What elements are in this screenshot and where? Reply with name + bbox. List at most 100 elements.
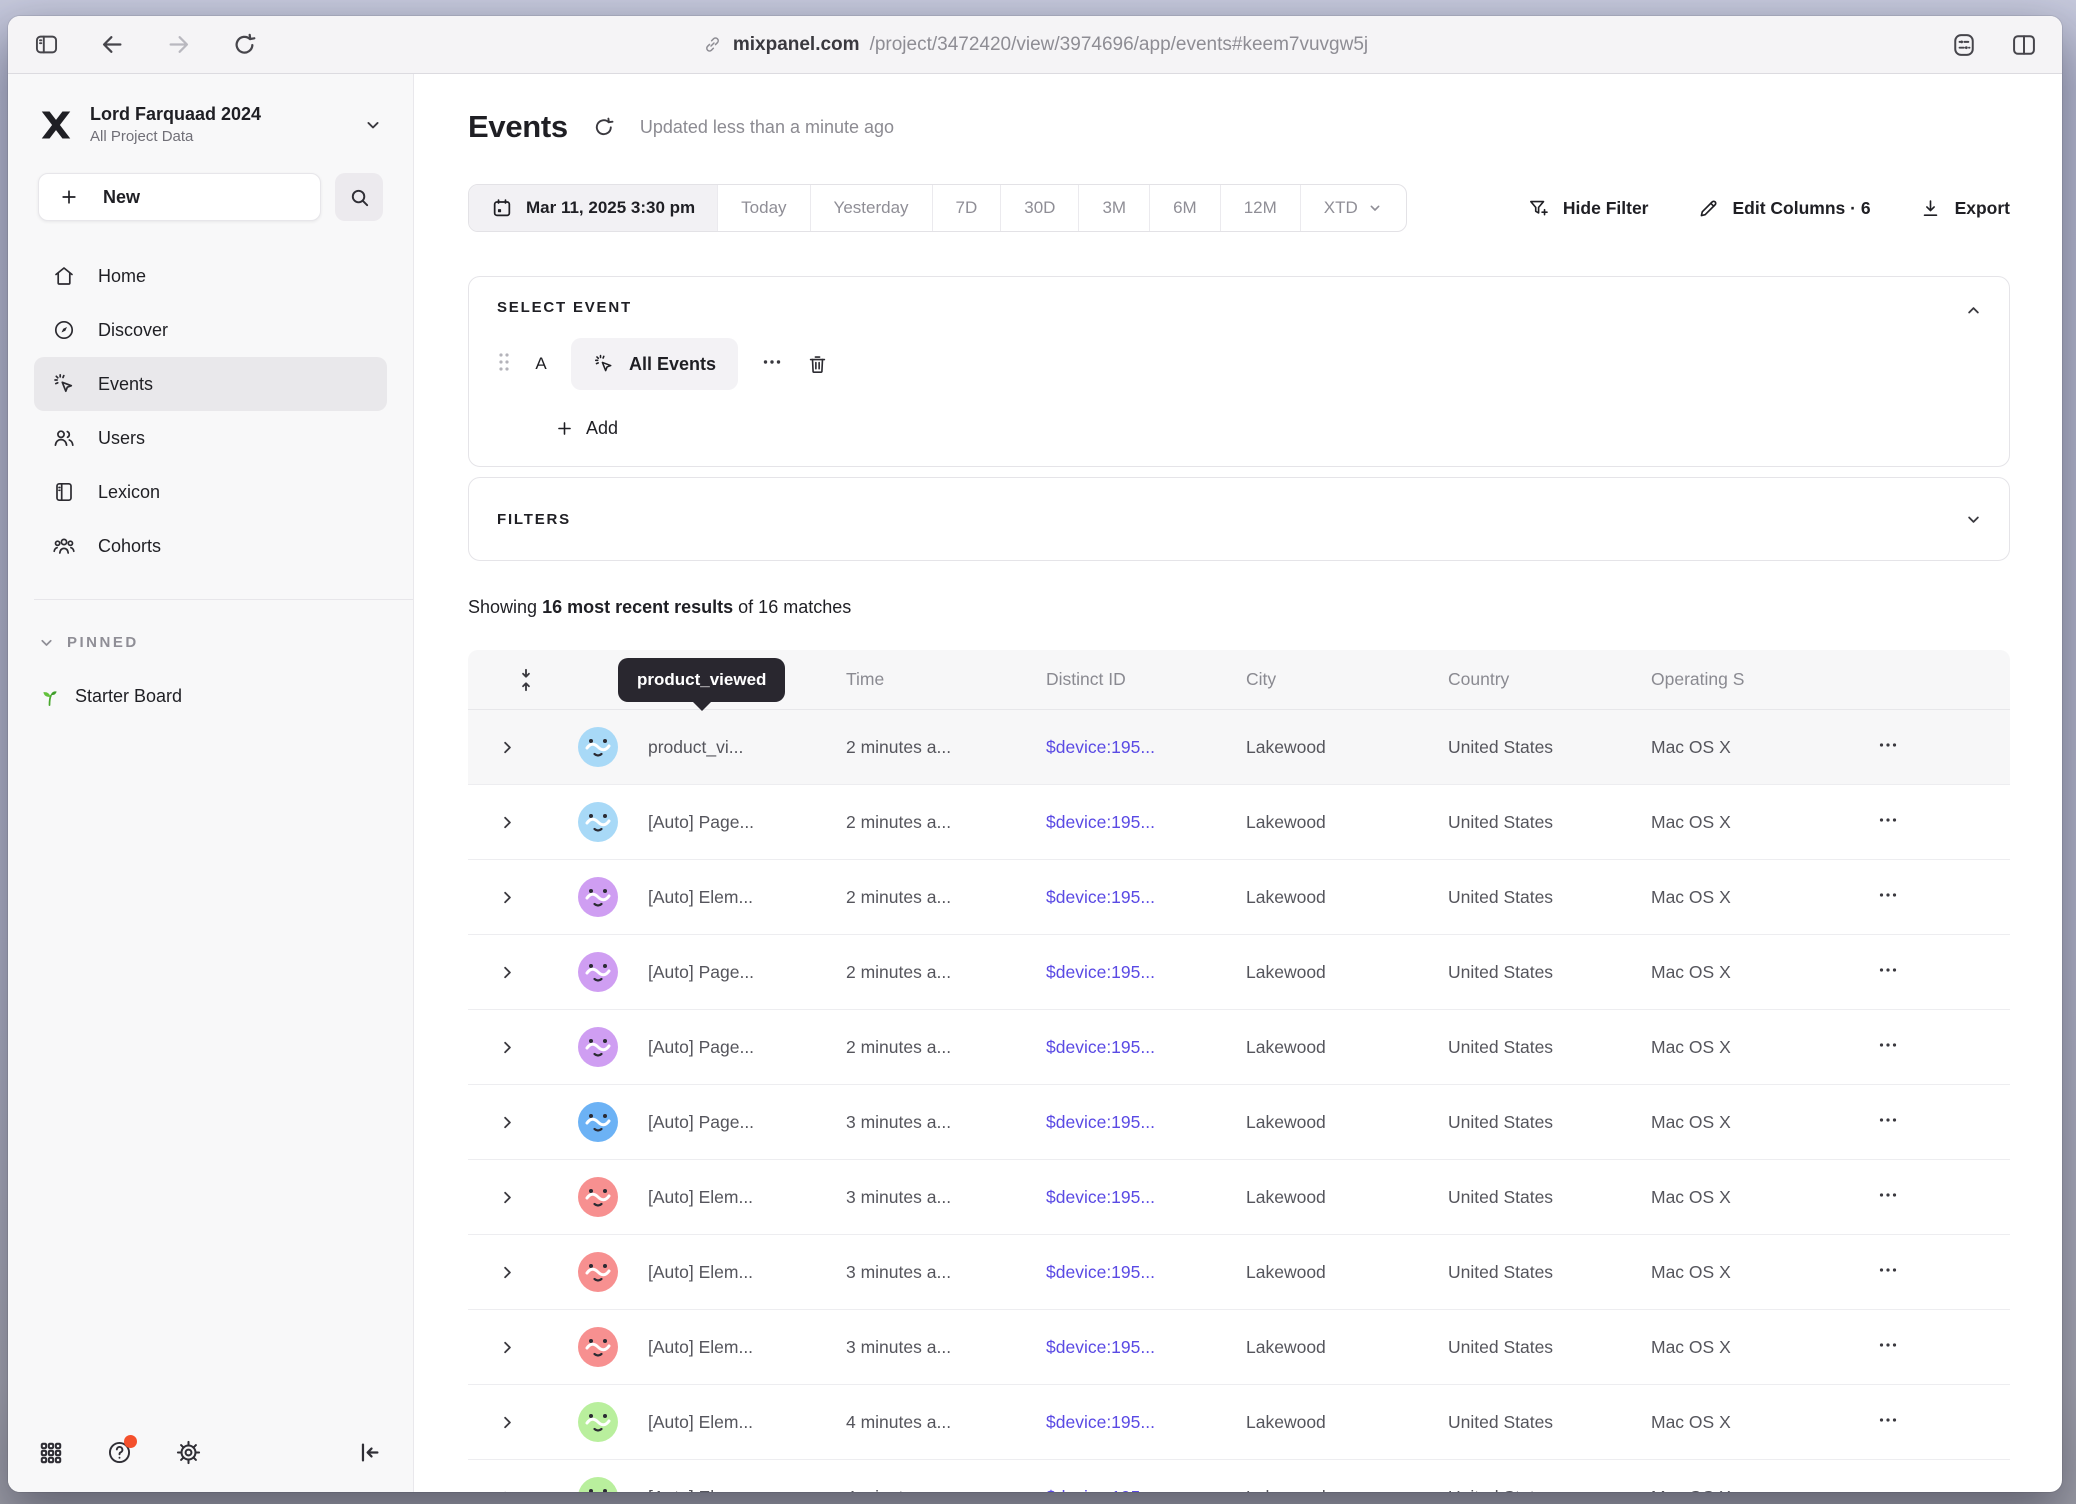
sidebar-item-cohorts[interactable]: Cohorts (34, 519, 387, 573)
distinct-id-link[interactable]: $device:195... (1046, 1037, 1155, 1057)
add-event-button[interactable]: Add (555, 414, 1981, 442)
range-12m[interactable]: 12M (1220, 185, 1300, 231)
column-header-time[interactable]: Time (846, 669, 1046, 690)
event-avatar (578, 802, 618, 842)
distinct-id-link[interactable]: $device:195... (1046, 1112, 1155, 1132)
sidebar-item-discover[interactable]: Discover (34, 303, 387, 357)
expand-row-icon[interactable] (498, 1113, 517, 1132)
expand-row-icon[interactable] (498, 1488, 517, 1493)
edit-columns-button[interactable]: Edit Columns · 6 (1697, 197, 1871, 220)
table-row[interactable]: [Auto] Elem... 3 minutes a... $device:19… (468, 1235, 2010, 1310)
table-row[interactable]: [Auto] Elem... 4 minutes a... $device:19… (468, 1460, 2010, 1492)
row-actions-button[interactable] (1876, 1408, 1900, 1437)
date-picker-button[interactable]: Mar 11, 2025 3:30 pm (469, 185, 717, 231)
pinned-section-header[interactable]: PINNED (38, 634, 383, 651)
page-settings-icon[interactable] (1950, 31, 1978, 59)
row-actions-button[interactable] (1876, 808, 1900, 837)
row-actions-button[interactable] (1876, 733, 1900, 762)
table-row[interactable]: [Auto] Elem... 3 minutes a... $device:19… (468, 1160, 2010, 1235)
table-row[interactable]: [Auto] Elem... 2 minutes a... $device:19… (468, 860, 2010, 935)
distinct-id-link[interactable]: $device:195... (1046, 812, 1155, 832)
range-6m[interactable]: 6M (1149, 185, 1220, 231)
row-actions-button[interactable] (1876, 1483, 1900, 1493)
table-row[interactable]: [Auto] Page... 2 minutes a... $device:19… (468, 1010, 2010, 1085)
sidebar-item-home[interactable]: Home (34, 249, 387, 303)
row-actions-button[interactable] (1876, 1333, 1900, 1362)
sort-updown-icon[interactable] (516, 668, 536, 692)
range-3m[interactable]: 3M (1078, 185, 1149, 231)
column-header-distinct-id[interactable]: Distinct ID (1046, 669, 1246, 690)
column-header-city[interactable]: City (1246, 669, 1448, 690)
collapse-panel-icon[interactable] (1964, 301, 1983, 320)
refresh-icon[interactable] (592, 115, 616, 139)
new-button[interactable]: New (38, 173, 321, 221)
workspace-switcher[interactable]: Lord Farquaad 2024 All Project Data (8, 104, 413, 145)
distinct-id-link[interactable]: $device:195... (1046, 1262, 1155, 1282)
apps-grid-icon[interactable] (38, 1440, 64, 1466)
range-7d[interactable]: 7D (932, 185, 1001, 231)
expand-row-icon[interactable] (498, 1413, 517, 1432)
expand-row-icon[interactable] (498, 738, 517, 757)
distinct-id-link[interactable]: $device:195... (1046, 1187, 1155, 1207)
expand-row-icon[interactable] (498, 888, 517, 907)
row-actions-button[interactable] (1876, 958, 1900, 987)
expand-row-icon[interactable] (498, 1038, 517, 1057)
expand-filters-icon[interactable] (1964, 510, 1983, 529)
table-row[interactable]: product_vi... 2 minutes a... $device:195… (468, 710, 2010, 785)
event-name-cell: [Auto] Elem... (648, 1412, 846, 1433)
select-event-title: SELECT EVENT (497, 299, 1981, 316)
event-selector-pill[interactable]: All Events (571, 338, 738, 390)
table-row[interactable]: [Auto] Page... 3 minutes a... $device:19… (468, 1085, 2010, 1160)
collapse-sidebar-icon[interactable] (356, 1439, 383, 1466)
column-header-country[interactable]: Country (1448, 669, 1651, 690)
distinct-id-link[interactable]: $device:195... (1046, 1337, 1155, 1357)
browser-sidebar-toggle-icon[interactable] (32, 31, 60, 59)
split-view-icon[interactable] (2010, 31, 2038, 59)
more-options-icon[interactable] (760, 350, 784, 379)
settings-gear-icon[interactable] (175, 1439, 202, 1466)
country-cell: United States (1448, 1037, 1651, 1058)
distinct-id-link[interactable]: $device:195... (1046, 1487, 1155, 1493)
table-row[interactable]: [Auto] Elem... 3 minutes a... $device:19… (468, 1310, 2010, 1385)
column-header-os[interactable]: Operating S (1651, 669, 1876, 690)
city-cell: Lakewood (1246, 1262, 1448, 1283)
search-button[interactable] (335, 173, 383, 221)
export-button[interactable]: Export (1919, 197, 2010, 220)
sidebar-item-starter-board[interactable]: Starter Board (8, 685, 413, 708)
drag-handle-icon[interactable] (497, 351, 511, 378)
table-row[interactable]: [Auto] Page... 2 minutes a... $device:19… (468, 785, 2010, 860)
sidebar-item-events[interactable]: Events (34, 357, 387, 411)
reload-icon[interactable] (230, 31, 258, 59)
event-avatar (578, 1027, 618, 1067)
row-actions-button[interactable] (1876, 883, 1900, 912)
hide-filter-label: Hide Filter (1563, 198, 1649, 219)
row-actions-button[interactable] (1876, 1033, 1900, 1062)
row-actions-button[interactable] (1876, 1108, 1900, 1137)
expand-row-icon[interactable] (498, 1188, 517, 1207)
export-label: Export (1955, 198, 2010, 219)
range-30d[interactable]: 30D (1000, 185, 1078, 231)
delete-clause-icon[interactable] (806, 353, 829, 376)
range-yesterday[interactable]: Yesterday (810, 185, 932, 231)
row-actions-button[interactable] (1876, 1258, 1900, 1287)
time-cell: 2 minutes a... (846, 887, 1046, 908)
range-xtd[interactable]: XTD (1300, 185, 1406, 231)
row-actions-button[interactable] (1876, 1183, 1900, 1212)
expand-row-icon[interactable] (498, 963, 517, 982)
back-icon[interactable] (98, 31, 126, 59)
sidebar-item-users[interactable]: Users (34, 411, 387, 465)
expand-row-icon[interactable] (498, 813, 517, 832)
table-row[interactable]: [Auto] Elem... 4 minutes a... $device:19… (468, 1385, 2010, 1460)
distinct-id-link[interactable]: $device:195... (1046, 1412, 1155, 1432)
hide-filter-button[interactable]: Hide Filter (1527, 197, 1649, 220)
expand-row-icon[interactable] (498, 1263, 517, 1282)
distinct-id-link[interactable]: $device:195... (1046, 887, 1155, 907)
expand-row-icon[interactable] (498, 1338, 517, 1357)
range-today[interactable]: Today (717, 185, 809, 231)
distinct-id-link[interactable]: $device:195... (1046, 737, 1155, 757)
address-bar[interactable]: mixpanel.com/project/3472420/view/397469… (362, 34, 1708, 56)
table-row[interactable]: [Auto] Page... 2 minutes a... $device:19… (468, 935, 2010, 1010)
distinct-id-link[interactable]: $device:195... (1046, 962, 1155, 982)
help-button[interactable] (106, 1439, 133, 1466)
sidebar-item-lexicon[interactable]: Lexicon (34, 465, 387, 519)
